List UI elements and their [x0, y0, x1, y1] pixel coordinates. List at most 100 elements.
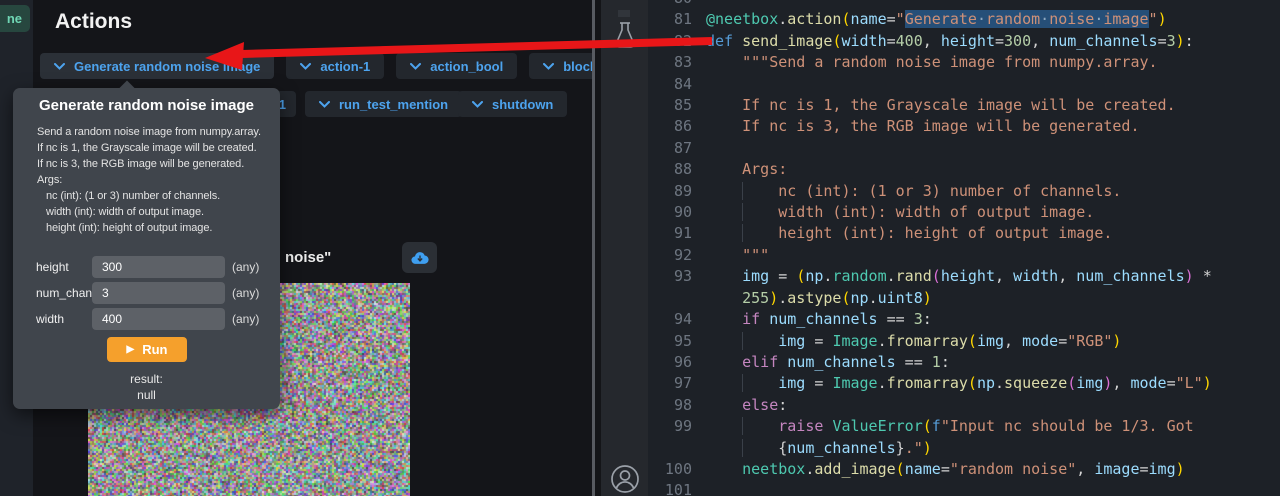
- line-number: 99: [648, 416, 706, 437]
- project-badge-label: ne: [7, 11, 22, 26]
- field-input-height[interactable]: [92, 256, 225, 278]
- code-line[interactable]: 85 If nc is 1, the Grayscale image will …: [648, 95, 1280, 116]
- line-number: 93: [648, 266, 706, 287]
- field-input-width[interactable]: [92, 308, 225, 330]
- code-line[interactable]: 95 img = Image.fromarray(img, mode="RGB"…: [648, 331, 1280, 352]
- line-number: 95: [648, 331, 706, 352]
- tooltip-description-line: width (int): width of output image.: [37, 204, 269, 220]
- activity-bar: [601, 0, 648, 496]
- code-line[interactable]: 80: [648, 0, 1280, 9]
- code-line[interactable]: 84: [648, 74, 1280, 95]
- action-button-label: Generate random noise image: [74, 59, 260, 74]
- field-type-hint: (any): [232, 312, 259, 326]
- field-type-hint: (any): [232, 286, 259, 300]
- cloud-download-icon: [410, 250, 430, 266]
- tooltip-description-line: height (int): height of output image.: [37, 220, 269, 236]
- code-line[interactable]: 255).astype(np.uint8): [648, 288, 1280, 309]
- scrollbar-mark: [618, 10, 630, 17]
- code-line[interactable]: 83 """Send a random noise image from num…: [648, 52, 1280, 73]
- testing-flask-icon[interactable]: [601, 20, 648, 50]
- line-number: 97: [648, 373, 706, 394]
- tooltip-field-row: width (any): [13, 308, 280, 330]
- account-icon[interactable]: [601, 462, 648, 496]
- tooltip-description-line: Args:: [37, 172, 269, 188]
- tooltip-description-line: If nc is 1, the Grayscale image will be …: [37, 140, 269, 156]
- line-number: [648, 288, 706, 309]
- chevron-down-icon: [543, 63, 554, 70]
- line-number: 101: [648, 480, 706, 496]
- action-button-action-bool[interactable]: action_bool: [396, 53, 517, 79]
- line-number: 92: [648, 245, 706, 266]
- action-button-label: run_test_mention: [339, 97, 448, 112]
- line-number: 82: [648, 31, 706, 52]
- action-button-shutdown[interactable]: shutdown: [458, 91, 567, 117]
- tooltip-field-row: num_chan... (any): [13, 282, 280, 304]
- result-label: result:: [13, 372, 280, 386]
- action-button-label: action_bool: [430, 59, 503, 74]
- tooltip-description: Send a random noise image from numpy.arr…: [37, 124, 269, 236]
- code-line[interactable]: 88 Args:: [648, 159, 1280, 180]
- line-number: 96: [648, 352, 706, 373]
- tooltip-title: Generate random noise image: [13, 97, 280, 114]
- action-button-run-test-mention[interactable]: run_test_mention: [305, 91, 462, 117]
- run-button-label: Run: [142, 342, 167, 357]
- code-line[interactable]: 101: [648, 480, 1280, 496]
- field-label: num_chan...: [36, 286, 100, 300]
- chevron-down-icon: [410, 63, 421, 70]
- line-number: 94: [648, 309, 706, 330]
- code-line[interactable]: 92 """: [648, 245, 1280, 266]
- tooltip-caret: [119, 81, 136, 98]
- actions-button-row-1: Generate random noise image action-1 actio…: [40, 53, 659, 79]
- code-line[interactable]: 90 width (int): width of output image.: [648, 202, 1280, 223]
- code-line[interactable]: 97 img = Image.fromarray(np.squeeze(img)…: [648, 373, 1280, 394]
- code-line[interactable]: 98 else:: [648, 395, 1280, 416]
- code-line[interactable]: 91 height (int): height of output image.: [648, 223, 1280, 244]
- tooltip-description-line: Send a random noise image from numpy.arr…: [37, 124, 269, 140]
- line-number: 80: [648, 0, 706, 9]
- field-type-hint: (any): [232, 260, 259, 274]
- line-number: 81: [648, 9, 706, 30]
- code-line[interactable]: {num_channels}."): [648, 438, 1280, 459]
- code-line[interactable]: 87: [648, 138, 1280, 159]
- code-line[interactable]: 94 if num_channels == 3:: [648, 309, 1280, 330]
- code-line[interactable]: 100 neetbox.add_image(name="random noise…: [648, 459, 1280, 480]
- action-button-generate-random-noise-image[interactable]: Generate random noise image: [40, 53, 274, 79]
- run-button[interactable]: ▶ Run: [107, 337, 187, 362]
- field-input-num-chan-[interactable]: [92, 282, 225, 304]
- code-line[interactable]: 81@neetbox.action(name="Generate·random·…: [648, 9, 1280, 30]
- chevron-down-icon: [319, 101, 330, 108]
- project-badge[interactable]: ne: [0, 5, 30, 32]
- tooltip-description-line: nc (int): (1 or 3) number of channels.: [37, 188, 269, 204]
- action-button-label: action-1: [320, 59, 370, 74]
- dashboard-panel: ne Actions Generate random noise imageac…: [0, 0, 592, 496]
- play-icon: ▶: [127, 344, 135, 355]
- code-line[interactable]: 96 elif num_channels == 1:: [648, 352, 1280, 373]
- tooltip-description-line: If nc is 3, the RGB image will be genera…: [37, 156, 269, 172]
- chevron-down-icon: [472, 101, 483, 108]
- code-line[interactable]: 82def send_image(width=400, height=300, …: [648, 31, 1280, 52]
- line-number: 83: [648, 52, 706, 73]
- image-card-title: noise": [285, 249, 331, 266]
- line-number: [648, 438, 706, 459]
- action-button-action-1[interactable]: action-1: [286, 53, 384, 79]
- code-editor[interactable]: 8081@neetbox.action(name="Generate·rando…: [648, 0, 1280, 496]
- tooltip-field-row: height (any): [13, 256, 280, 278]
- download-image-button[interactable]: [402, 242, 437, 273]
- result-value: null: [13, 388, 280, 402]
- line-number: 88: [648, 159, 706, 180]
- line-number: 84: [648, 74, 706, 95]
- line-number: 98: [648, 395, 706, 416]
- chevron-down-icon: [300, 63, 311, 70]
- code-line[interactable]: 89 nc (int): (1 or 3) number of channels…: [648, 181, 1280, 202]
- code-line[interactable]: 86 If nc is 3, the RGB image will be gen…: [648, 116, 1280, 137]
- code-line[interactable]: 99 raise ValueError(f"Input nc should be…: [648, 416, 1280, 437]
- field-label: width: [36, 312, 64, 326]
- action-button-label: shutdown: [492, 97, 553, 112]
- code-line[interactable]: 93 img = (np.random.rand(height, width, …: [648, 266, 1280, 287]
- action-tooltip: Generate random noise image Send a rando…: [13, 88, 280, 409]
- line-number: 87: [648, 138, 706, 159]
- code-lines: 8081@neetbox.action(name="Generate·rando…: [648, 0, 1280, 496]
- field-label: height: [36, 260, 69, 274]
- line-number: 85: [648, 95, 706, 116]
- line-number: 86: [648, 116, 706, 137]
